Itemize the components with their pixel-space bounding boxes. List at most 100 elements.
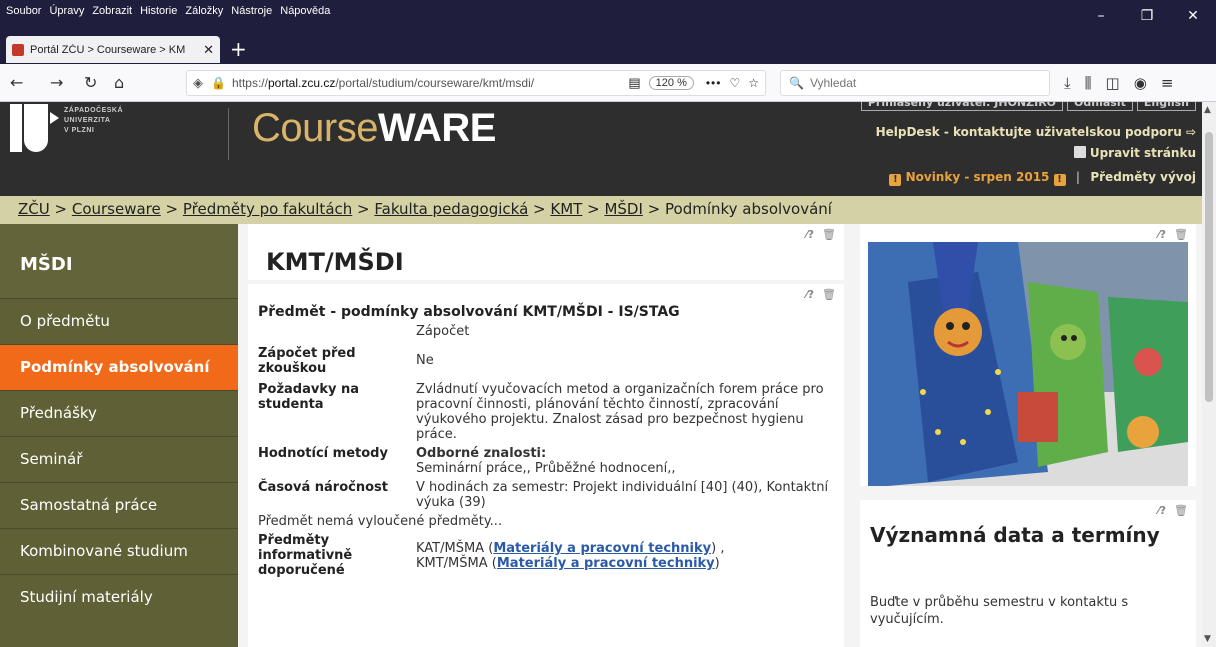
trash-icon-3[interactable]: 🗑 bbox=[1174, 228, 1188, 241]
toolbar-icons: ⤓ ⫼ ◫ ◉ ≡ bbox=[1064, 74, 1173, 92]
subjects-dev-link[interactable]: Předměty vývoj bbox=[1090, 170, 1196, 184]
search-bar[interactable]: 🔍 bbox=[780, 70, 1050, 96]
sidebar-item-materialy[interactable]: Studijní materiály bbox=[0, 574, 238, 620]
sidebar-item-podminky[interactable]: Podmínky absolvování bbox=[0, 344, 238, 390]
web-page: ZÁPADOČESKÁ UNIVERZITA V PLZNI CourseWAR… bbox=[0, 102, 1202, 647]
requirements-label: Požadavky na studenta bbox=[258, 382, 360, 412]
zcu-logo[interactable]: ZÁPADOČESKÁ UNIVERZITA V PLZNI bbox=[10, 104, 123, 154]
trash-icon-4[interactable]: 🗑 bbox=[1174, 504, 1188, 517]
stag-panel: ⁄? 🗑 Předmět - podmínky absolvování KMT/… bbox=[248, 284, 844, 647]
recommended-link-1[interactable]: Materiály a pracovní techniky bbox=[493, 541, 711, 556]
menu-soubor[interactable]: Soubor bbox=[6, 5, 41, 17]
edit-icon bbox=[1073, 146, 1086, 158]
breadcrumb-zcu[interactable]: ZČU bbox=[18, 200, 50, 218]
sidebar-item-samostatna[interactable]: Samostatná práce bbox=[0, 482, 238, 528]
sidebar-item-seminar[interactable]: Seminář bbox=[0, 436, 238, 482]
breadcrumb-kmt[interactable]: KMT bbox=[550, 200, 582, 218]
breadcrumb: ZČU > Courseware > Předměty po fakultách… bbox=[0, 196, 1202, 224]
close-window-icon[interactable]: ✕ bbox=[1170, 0, 1216, 32]
right-column: ⁄? 🗑 ⁄? 🗑 Významná data a termíny Buďte … bbox=[850, 224, 1202, 647]
forward-icon[interactable]: → bbox=[50, 73, 63, 92]
table-row: Zápočet před zkouškou Ne bbox=[256, 344, 834, 376]
lock-icon[interactable]: 🔒 bbox=[211, 76, 226, 90]
page-scrollbar[interactable]: ▲ ▼ bbox=[1202, 102, 1216, 647]
sidebar-toggle-icon[interactable]: ◫ bbox=[1106, 74, 1120, 92]
home-icon[interactable]: ⌂ bbox=[114, 73, 124, 92]
separator: | bbox=[1075, 170, 1081, 184]
header-links: Přihlášený uživatel: JHONZIRO Odhlásit E… bbox=[860, 102, 1196, 186]
login-row: Přihlášený uživatel: JHONZIRO Odhlásit E… bbox=[860, 102, 1196, 111]
credit-before-label: Zápočet před zkouškou bbox=[258, 346, 356, 376]
requirements-value: Zvládnutí vyučovacích metod a organizačn… bbox=[416, 382, 824, 442]
recommended-label: Předměty informativně doporučené bbox=[258, 533, 353, 578]
time-value: V hodinách za semestr: Projekt individuá… bbox=[416, 480, 829, 510]
scroll-up-icon[interactable]: ▲ bbox=[1204, 105, 1211, 115]
favicon-icon bbox=[12, 43, 24, 56]
conditions-table: Zápočet Zápočet před zkouškou Ne Požadav… bbox=[256, 324, 834, 578]
evaluation-value: Seminární práce,, Průběžné hodnocení,, bbox=[416, 461, 676, 476]
trash-icon-2[interactable]: 🗑 bbox=[822, 288, 836, 301]
edit-help-icon-4[interactable]: ⁄? bbox=[1158, 504, 1166, 517]
recommended-link-2[interactable]: Materiály a pracovní techniky bbox=[497, 556, 715, 571]
hamburger-menu-icon[interactable]: ≡ bbox=[1161, 74, 1174, 92]
breadcrumb-msdi[interactable]: MŠDI bbox=[604, 200, 642, 218]
edit-help-icon-2[interactable]: ⁄? bbox=[806, 288, 814, 301]
menu-bar: Soubor Úpravy Zobrazit Historie Záložky … bbox=[6, 5, 330, 17]
menu-zalozky[interactable]: Záložky bbox=[185, 5, 223, 17]
page-actions-icon[interactable]: ••• bbox=[706, 76, 722, 90]
search-icon: 🔍 bbox=[789, 76, 804, 90]
edit-help-icon[interactable]: ⁄? bbox=[806, 228, 814, 241]
sidebar-item-kombinovane[interactable]: Kombinované studium bbox=[0, 528, 238, 574]
menu-historie[interactable]: Historie bbox=[140, 5, 177, 17]
sidebar-item-prednasky[interactable]: Přednášky bbox=[0, 390, 238, 436]
courseware-title[interactable]: CourseWARE bbox=[252, 106, 496, 151]
edit-help-icon-3[interactable]: ⁄? bbox=[1158, 228, 1166, 241]
warning-icon-2: ! bbox=[1053, 174, 1066, 186]
new-tab-icon[interactable]: + bbox=[230, 37, 247, 61]
restore-icon[interactable]: ❐ bbox=[1124, 0, 1170, 32]
pocket-icon[interactable]: ♡ bbox=[729, 76, 740, 90]
page-title: KMT/MŠDI bbox=[266, 248, 404, 276]
reader-view-icon[interactable]: ▤ bbox=[628, 75, 640, 91]
url-bar[interactable]: ◈ 🔒 https://portal.zcu.cz/portal/studium… bbox=[186, 70, 766, 96]
breadcrumb-faculties[interactable]: Předměty po fakultách bbox=[183, 200, 352, 218]
menu-upravy[interactable]: Úpravy bbox=[49, 5, 84, 17]
sidebar: MŠDI O předmětu Podmínky absolvování Pře… bbox=[0, 224, 238, 647]
downloads-icon[interactable]: ⤓ bbox=[1064, 74, 1071, 92]
table-row: Předměty informativně doporučené KAT/MŠM… bbox=[256, 529, 834, 578]
menu-nastroje[interactable]: Nástroje bbox=[231, 5, 272, 17]
minimize-icon[interactable]: – bbox=[1078, 0, 1124, 32]
scroll-thumb[interactable] bbox=[1205, 132, 1213, 402]
credit-value: Zápočet bbox=[416, 324, 470, 339]
english-button[interactable]: English bbox=[1136, 102, 1196, 111]
menu-zobrazit[interactable]: Zobrazit bbox=[92, 5, 132, 17]
zcu-logo-text: ZÁPADOČESKÁ UNIVERZITA V PLZNI bbox=[64, 107, 124, 134]
tracking-shield-icon[interactable]: ◈ bbox=[193, 75, 203, 91]
breadcrumb-fped[interactable]: Fakulta pedagogická bbox=[374, 200, 528, 218]
helpdesk-link[interactable]: HelpDesk - kontaktujte uživatelskou podp… bbox=[861, 125, 1196, 139]
search-input[interactable] bbox=[809, 76, 1040, 90]
menu-napoveda[interactable]: Nápověda bbox=[280, 5, 330, 17]
tab-close-icon[interactable]: ✕ bbox=[203, 42, 214, 58]
sidebar-item-o-predmetu[interactable]: O předmětu bbox=[0, 298, 238, 344]
zcu-logo-mark bbox=[10, 104, 59, 154]
table-row: Zápočet bbox=[256, 324, 834, 344]
account-icon[interactable]: ◉ bbox=[1134, 74, 1147, 92]
logout-button[interactable]: Odhlásit bbox=[1067, 102, 1133, 111]
url-text[interactable]: https://portal.zcu.cz/portal/studium/cou… bbox=[232, 76, 620, 90]
news-link[interactable]: Novinky - srpen 2015 bbox=[906, 170, 1050, 184]
breadcrumb-current: Podmínky absolvování bbox=[665, 200, 832, 218]
back-icon[interactable]: ← bbox=[10, 73, 23, 92]
bookmark-star-icon[interactable]: ☆ bbox=[748, 76, 759, 90]
sidebar-title: MŠDI bbox=[0, 224, 238, 298]
edit-page-link[interactable]: Upravit stránku bbox=[861, 146, 1196, 160]
scroll-down-icon[interactable]: ▼ bbox=[1204, 634, 1211, 644]
library-icon[interactable]: ⫼ bbox=[1085, 74, 1092, 92]
breadcrumb-courseware[interactable]: Courseware bbox=[72, 200, 161, 218]
window-controls: – ❐ ✕ bbox=[1078, 0, 1216, 32]
browser-tab[interactable]: Portál ZČU > Courseware > KM ✕ bbox=[6, 36, 220, 63]
trash-icon[interactable]: 🗑 bbox=[822, 228, 836, 241]
reload-icon[interactable]: ↻ bbox=[84, 73, 97, 92]
dates-text: Buďte v průběhu semestru v kontaktu s vy… bbox=[870, 595, 1129, 627]
zoom-badge[interactable]: 120 % bbox=[648, 76, 694, 90]
